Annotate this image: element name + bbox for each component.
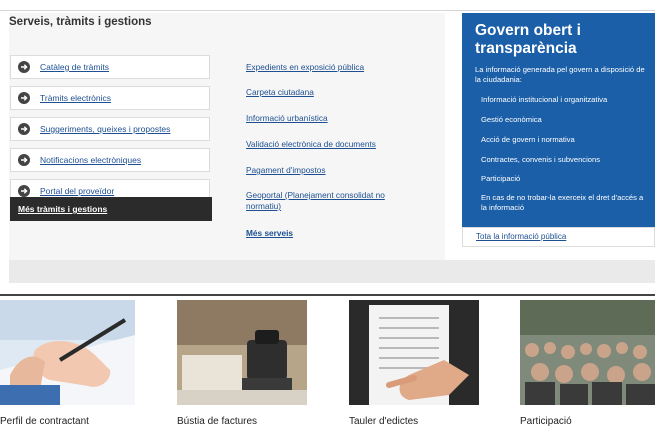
section-divider [0,294,655,296]
open-government-panel: Govern obert i transparència La informac… [462,13,655,227]
all-public-info-box[interactable]: Tota la informació pública [462,227,655,247]
hand-writing-image[interactable] [0,300,135,405]
gov-item-contracts[interactable]: Contractes, convenis i subvencions [481,155,600,164]
arrow-circle-icon [18,123,30,135]
tile-caption-participation[interactable]: Participació [520,416,572,427]
tile-caption-contractant[interactable]: Perfil de contractant [0,416,89,427]
gov-title: Govern obert i transparència [475,22,581,57]
service-box-electronic-tramits[interactable]: Tràmits electrònics [10,86,210,110]
service-box-label: Portal del proveïdor [40,186,115,196]
link-tax-payment[interactable]: Pagament d'impostos [246,165,326,176]
gov-intro: La informació generada pel govern a disp… [475,65,645,84]
gov-item-economic[interactable]: Gestió econòmica [481,115,542,124]
link-document-validation[interactable]: Validació electrònica de documents [246,139,376,150]
arrow-circle-icon [18,61,30,73]
service-box-label: Notificacions electròniques [40,155,142,165]
service-box-label: Suggeriments, queixes i propostes [40,124,171,134]
service-box-label: Catàleg de tràmits [40,62,109,72]
service-box-label: Tràmits electrònics [40,93,112,103]
tile-caption-edicts[interactable]: Tauler d'edictes [349,416,418,427]
more-services-link[interactable]: Més serveis [246,228,293,239]
link-geoportal[interactable]: Geoportal (Planejament consolidat no nor… [246,190,406,212]
pointing-document-image[interactable] [349,300,479,405]
link-public-exposure[interactable]: Expedients en exposició pública [246,62,364,73]
arrow-circle-icon [18,185,30,197]
gov-access-note[interactable]: En cas de no trobar-la exerceix el dret … [481,193,646,213]
tile-caption-invoices[interactable]: Bústia de factures [177,416,257,427]
gov-item-institutional[interactable]: Informació institucional i organitzativa [481,95,607,104]
crowd-image[interactable] [520,300,655,405]
arrow-circle-icon [18,92,30,104]
gray-band [9,260,655,283]
service-box-suggestions[interactable]: Suggeriments, queixes i propostes [10,117,210,141]
service-box-tramits-catalog[interactable]: Catàleg de tràmits [10,55,210,79]
link-urban-info[interactable]: Informació urbanística [246,113,328,124]
service-box-notifications[interactable]: Notificacions electròniques [10,148,210,172]
stamp-image[interactable] [177,300,307,405]
services-title: Serveis, tràmits i gestions [9,16,152,28]
gov-item-participation[interactable]: Participació [481,174,520,183]
gov-item-government-action[interactable]: Acció de govern i normativa [481,135,575,144]
arrow-circle-icon [18,154,30,166]
top-divider [0,10,655,11]
link-citizen-folder[interactable]: Carpeta ciutadana [246,87,314,98]
all-public-info-link[interactable]: Tota la informació pública [476,232,566,241]
more-tramits-button[interactable]: Més tràmits i gestions [10,197,212,221]
